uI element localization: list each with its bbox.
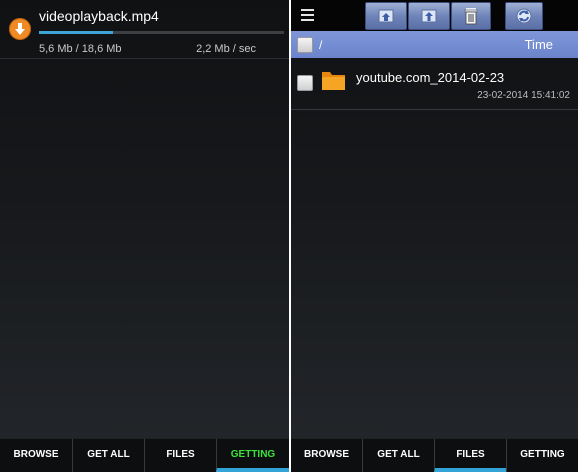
delete-button[interactable] [451,2,491,30]
file-toolbar [291,0,578,31]
file-date: 23-02-2014 15:41:02 [477,90,570,101]
sort-by-time[interactable]: Time [525,37,553,52]
home-button[interactable] [365,2,407,30]
file-row[interactable]: youtube.com_2014-02-23 23-02-2014 15:41:… [291,59,578,110]
download-item[interactable]: videoplayback.mp4 5,6 Mb / 18,6 Mb 2,2 M… [0,0,289,59]
download-arrow-icon[interactable] [9,18,31,40]
tab-getting[interactable]: GETTING [506,439,578,472]
tab-browse[interactable]: BROWSE [291,439,362,472]
downloads-panel: videoplayback.mp4 5,6 Mb / 18,6 Mb 2,2 M… [0,0,289,472]
path-bar: / Time [291,31,578,58]
download-speed: 2,2 Mb / sec [196,43,256,55]
select-all-checkbox[interactable] [297,37,313,53]
right-tab-bar: BROWSE GET ALL FILES GETTING [291,438,578,472]
current-path: / [319,38,323,52]
download-progress-bar [39,31,284,34]
left-tab-bar: BROWSE GET ALL FILES GETTING [0,438,289,472]
tab-files[interactable]: FILES [434,439,506,472]
tab-browse[interactable]: BROWSE [0,439,72,472]
home-icon [378,9,394,23]
menu-icon[interactable] [301,9,314,21]
file-name: youtube.com_2014-02-23 [356,70,505,85]
tab-files[interactable]: FILES [144,439,216,472]
tab-getting[interactable]: GETTING [216,439,289,472]
folder-up-button[interactable] [408,2,450,30]
trash-icon [464,8,478,25]
folder-icon [322,72,345,90]
download-size: 5,6 Mb / 18,6 Mb [39,43,122,55]
download-progress-fill [39,31,113,34]
files-panel: / Time youtube.com_2014-02-23 23-02-2014… [291,0,578,472]
folder-up-icon [421,9,437,23]
download-filename: videoplayback.mp4 [39,8,159,24]
tab-get-all[interactable]: GET ALL [72,439,144,472]
refresh-button[interactable] [505,2,543,30]
file-checkbox[interactable] [297,75,313,91]
tab-get-all[interactable]: GET ALL [362,439,434,472]
refresh-icon [516,8,532,24]
